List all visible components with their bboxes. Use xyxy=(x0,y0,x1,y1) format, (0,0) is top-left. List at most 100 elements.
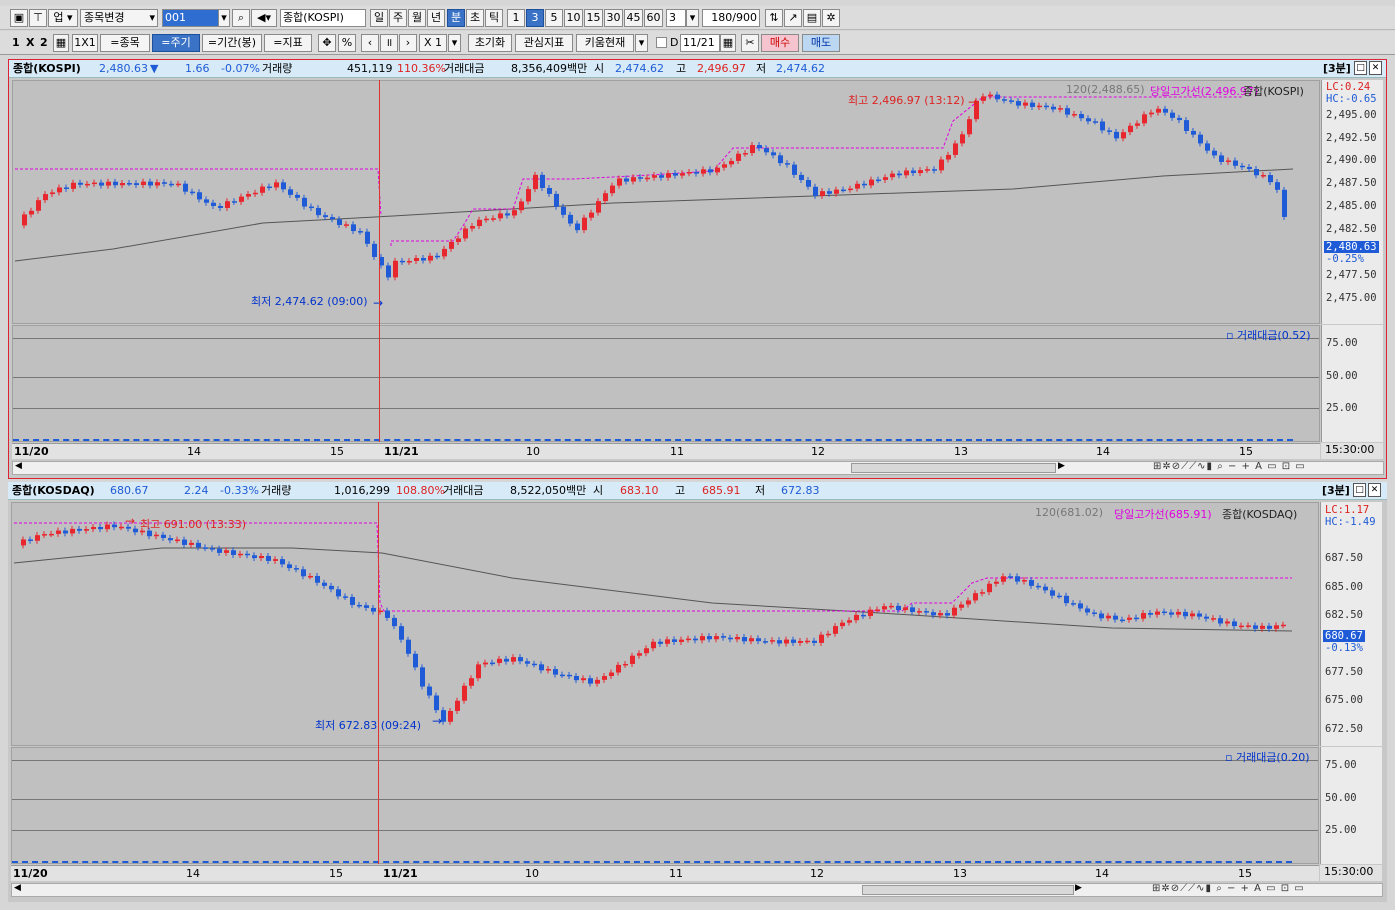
scroll-left-icon[interactable]: ◀ xyxy=(15,461,22,471)
tools-icon[interactable]: ⇅ xyxy=(765,9,783,27)
calendar-icon[interactable]: ▦ xyxy=(720,34,736,52)
layout-1x1-button[interactable]: 1X1 xyxy=(72,34,98,52)
kosdaq-candle xyxy=(784,639,789,644)
kosdaq-candle xyxy=(392,617,397,627)
scroll-right-icon[interactable]: ▶ xyxy=(1075,883,1082,893)
kospi-close-icon[interactable]: ✕ xyxy=(1369,61,1382,75)
kospi-candle xyxy=(659,175,664,178)
count-input[interactable]: 180/900 xyxy=(702,9,760,27)
indicator-link-button[interactable]: =지표 xyxy=(264,34,312,52)
symbol-change-dropdown[interactable]: 종목변경 ▾ xyxy=(80,9,158,27)
save-icon[interactable]: ▤ xyxy=(803,9,821,27)
sound-icon[interactable]: ◀▾ xyxy=(251,9,277,27)
interval-input[interactable]: 3 xyxy=(666,9,686,27)
code-dropdown-icon[interactable]: ▾ xyxy=(218,9,230,27)
kospi-candle xyxy=(778,155,783,164)
layout-2[interactable]: 2 xyxy=(40,36,48,49)
prev-icon[interactable]: ‹ xyxy=(361,34,379,52)
kospi-candle xyxy=(1282,189,1287,217)
market-select[interactable]: 업 ▾ xyxy=(48,9,78,27)
period-year[interactable]: 년 xyxy=(427,9,445,27)
chart-tools-icons[interactable]: ⊞✲⊘⟋⟋∿▮ ⌕ − + A ▭ ⊡ ▭ xyxy=(1152,883,1305,894)
buy-button[interactable]: 매수 xyxy=(761,34,799,52)
scissors-icon[interactable]: ✂ xyxy=(741,34,759,52)
watch-indicator-button[interactable]: 관심지표 xyxy=(515,34,573,52)
kospi-scroll-thumb[interactable] xyxy=(851,463,1056,473)
period-second[interactable]: 초 xyxy=(466,9,484,27)
kospi-candle xyxy=(169,183,174,186)
kosdaq-amount: 8,522,050백만 xyxy=(510,484,587,497)
kospi-candle xyxy=(22,214,27,226)
interval-3[interactable]: 3 xyxy=(526,9,544,27)
range-link-button[interactable]: =기간(봉) xyxy=(202,34,262,52)
kosdaq-high-line xyxy=(14,522,1292,612)
kospi-price-plot[interactable]: →→ 120(2,488.65) 당일고가선(2,496.97) 종합(KOSP… xyxy=(12,80,1320,324)
item-link-button[interactable]: =종목 xyxy=(100,34,150,52)
kiwoom-dropdown-icon[interactable]: ▾ xyxy=(635,34,648,52)
chart-icon[interactable]: ▣ xyxy=(10,9,28,27)
interval-dropdown-icon[interactable]: ▾ xyxy=(686,9,699,27)
interval-10[interactable]: 10 xyxy=(564,9,583,27)
kosdaq-name[interactable]: 종합(KOSDAQ) xyxy=(12,482,95,499)
x-label: 15 xyxy=(1238,867,1252,880)
zoom-select[interactable]: X 1 xyxy=(419,34,447,52)
settings-icon[interactable]: ✲ xyxy=(822,9,840,27)
scroll-left-icon[interactable]: ◀ xyxy=(14,883,21,893)
zoom-dropdown-icon[interactable]: ▾ xyxy=(448,34,461,52)
period-tick[interactable]: 틱 xyxy=(485,9,503,27)
kiwoom-current-button[interactable]: 키움현재 xyxy=(576,34,634,52)
layout-1[interactable]: 1 xyxy=(12,36,20,49)
percent-button[interactable]: % xyxy=(338,34,356,52)
kosdaq-candle xyxy=(910,607,915,612)
interval-45[interactable]: 45 xyxy=(624,9,643,27)
kospi-volume-plot[interactable]: ▫ 거래대금(0.52) xyxy=(12,325,1320,442)
move-icon[interactable]: ✥ xyxy=(318,34,336,52)
kosdaq-volume: 1,016,299 xyxy=(334,484,390,497)
date-checkbox[interactable] xyxy=(656,37,667,48)
kosdaq-scroll-thumb[interactable] xyxy=(862,885,1074,895)
draw-icon[interactable]: ↗ xyxy=(784,9,802,27)
kospi-candle xyxy=(1184,120,1189,131)
sell-button[interactable]: 매도 xyxy=(802,34,840,52)
kospi-price-tag: 2,480.63 xyxy=(1324,241,1379,253)
kospi-candle xyxy=(148,181,153,186)
interval-5[interactable]: 5 xyxy=(545,9,563,27)
period-month[interactable]: 월 xyxy=(408,9,426,27)
period-day[interactable]: 일 xyxy=(370,9,388,27)
main-toolbar: ▣ ⊤ 업 ▾ 종목변경 ▾ 001 ▾ ⌕ ◀▾ 종합(KOSPI) 일 주 월… xyxy=(0,6,1395,30)
chart-tools-icons[interactable]: ⊞✲⊘⟋⟋∿▮ ⌕ − + A ▭ ⊡ ▭ xyxy=(1153,461,1306,472)
kosdaq-volume-plot[interactable]: ▫ 거래대금(0.20) xyxy=(11,747,1319,864)
kospi-name[interactable]: 종합(KOSPI) xyxy=(13,60,81,77)
kospi-candle xyxy=(610,185,615,194)
kospi-maximize-icon[interactable]: □ xyxy=(1354,61,1367,75)
kosdaq-maximize-icon[interactable]: □ xyxy=(1353,483,1366,497)
interval-15[interactable]: 15 xyxy=(584,9,603,27)
kospi-scrollbar[interactable]: ◀ ▶ ⊞✲⊘⟋⟋∿▮ ⌕ − + A ▭ ⊡ ▭ xyxy=(12,461,1384,475)
kosdaq-close-icon[interactable]: ✕ xyxy=(1368,483,1381,497)
pin-icon[interactable]: ⊤ xyxy=(29,9,47,27)
interval-60[interactable]: 60 xyxy=(644,9,663,27)
kosdaq-scrollbar[interactable]: ◀ ▶ ⊞✲⊘⟋⟋∿▮ ⌕ − + A ▭ ⊡ ▭ xyxy=(11,883,1383,897)
kospi-candle xyxy=(624,178,629,182)
interval-1[interactable]: 1 xyxy=(507,9,525,27)
scroll-right-icon[interactable]: ▶ xyxy=(1058,461,1065,471)
period-week[interactable]: 주 xyxy=(389,9,407,27)
kosdaq-candle xyxy=(707,636,712,640)
pause-icon[interactable]: ॥ xyxy=(380,34,398,52)
kospi-candle xyxy=(302,197,307,207)
kosdaq-ytick: 677.50 xyxy=(1325,666,1363,678)
period-link-button[interactable]: =주기 xyxy=(152,34,200,52)
period-minute[interactable]: 분 xyxy=(447,9,465,27)
kosdaq-candle xyxy=(1022,580,1027,582)
kospi-candle xyxy=(1135,123,1140,126)
reset-button[interactable]: 초기화 xyxy=(468,34,512,52)
interval-30[interactable]: 30 xyxy=(604,9,623,27)
date-input[interactable]: 11/21 xyxy=(680,34,720,52)
kosdaq-price-plot[interactable]: → → 120(681.02) 당일고가선(685.91) 종합(KOSDAQ) … xyxy=(11,502,1319,746)
grid-icon[interactable]: ▦ xyxy=(53,34,69,52)
kosdaq-candle xyxy=(700,636,705,641)
layout-x[interactable]: X xyxy=(26,36,34,49)
search-icon[interactable]: ⌕ xyxy=(232,9,250,27)
next-icon[interactable]: › xyxy=(399,34,417,52)
kosdaq-ytick: 675.00 xyxy=(1325,694,1363,706)
